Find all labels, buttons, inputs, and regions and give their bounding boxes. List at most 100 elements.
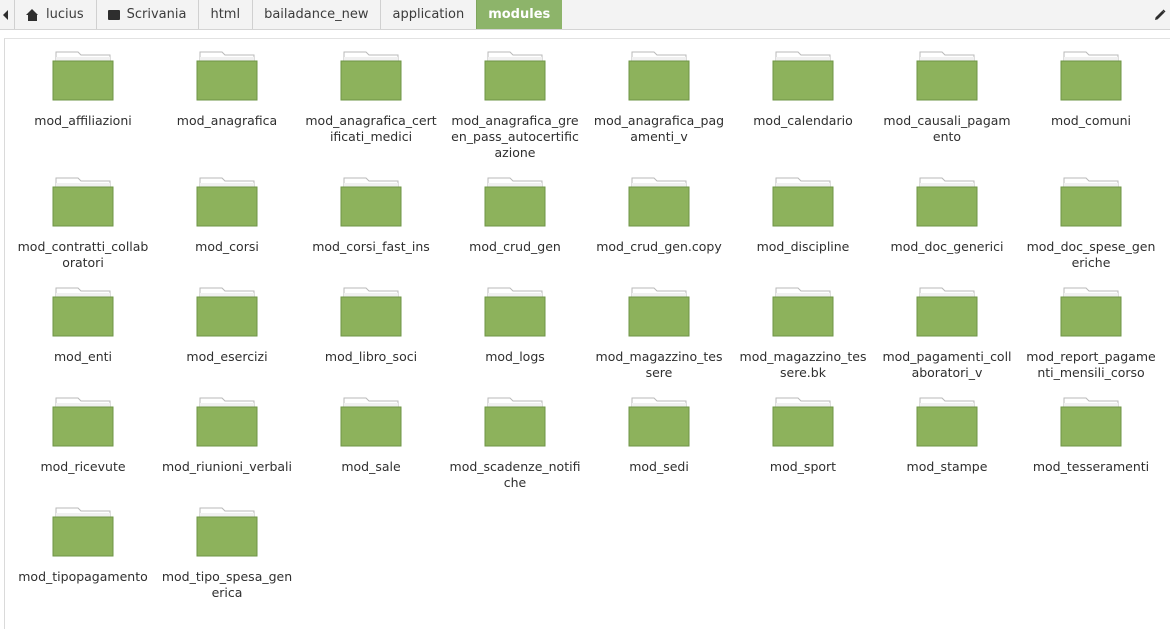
folder-item[interactable]: mod_anagrafica xyxy=(155,51,299,177)
folder-label: mod_stampe xyxy=(906,459,988,474)
folder-icon xyxy=(52,51,114,101)
folder-icon xyxy=(628,397,690,447)
folder-icon xyxy=(340,51,402,101)
folder-label: mod_tipopagamento xyxy=(18,569,148,584)
folder-label: mod_report_pagamenti_mensili_corso xyxy=(1026,349,1156,380)
folder-label: mod_doc_spese_generiche xyxy=(1026,239,1156,270)
breadcrumb-bailadance-new[interactable]: bailadance_new xyxy=(252,0,380,29)
folder-item[interactable]: mod_anagrafica_green_pass_autocertificaz… xyxy=(443,51,587,177)
breadcrumb-application[interactable]: application xyxy=(380,0,476,29)
folder-icon xyxy=(196,397,258,447)
folder-label: mod_tesseramenti xyxy=(1032,459,1150,474)
breadcrumb-label: application xyxy=(392,7,465,22)
folder-item[interactable]: mod_riunioni_verbali xyxy=(155,397,299,507)
folder-icon xyxy=(1060,287,1122,337)
folder-item[interactable]: mod_comuni xyxy=(1019,51,1163,177)
breadcrumb-desktop[interactable]: Scrivania xyxy=(95,0,199,29)
breadcrumb-label: bailadance_new xyxy=(264,7,369,22)
folder-item[interactable]: mod_doc_spese_generiche xyxy=(1019,177,1163,287)
folder-icon xyxy=(916,397,978,447)
folder-item[interactable]: mod_crud_gen xyxy=(443,177,587,287)
folder-icon xyxy=(484,287,546,337)
folder-item[interactable]: mod_pagamenti_collaboratori_v xyxy=(875,287,1019,397)
folder-icon xyxy=(340,287,402,337)
folder-label: mod_anagrafica_green_pass_autocertificaz… xyxy=(451,113,579,160)
folder-label: mod_doc_generici xyxy=(890,239,1004,254)
folder-item[interactable]: mod_magazzino_tessere xyxy=(587,287,731,397)
folder-item[interactable]: mod_corsi_fast_ins xyxy=(299,177,443,287)
folder-icon xyxy=(916,51,978,101)
breadcrumb: lucius Scrivania html bailadance_new app… xyxy=(14,0,563,29)
folder-item[interactable]: mod_sedi xyxy=(587,397,731,507)
folder-item[interactable]: mod_discipline xyxy=(731,177,875,287)
folder-icon xyxy=(196,51,258,101)
breadcrumb-html[interactable]: html xyxy=(198,0,252,29)
folder-icon xyxy=(52,397,114,447)
folder-item[interactable]: mod_calendario xyxy=(731,51,875,177)
folder-label: mod_sport xyxy=(769,459,837,474)
folder-item[interactable]: mod_stampe xyxy=(875,397,1019,507)
folder-item[interactable]: mod_corsi xyxy=(155,177,299,287)
folder-icon xyxy=(484,397,546,447)
file-view[interactable]: mod_affiliazioni mod_anagrafica mod_anagra… xyxy=(4,38,1170,629)
folder-icon xyxy=(52,507,114,557)
breadcrumb-modules[interactable]: modules xyxy=(476,0,563,29)
folder-label: mod_sale xyxy=(341,459,401,474)
folder-label: mod_comuni xyxy=(1050,113,1132,128)
folder-label: mod_anagrafica_certificati_medici xyxy=(305,113,437,144)
folder-item[interactable]: mod_libro_soci xyxy=(299,287,443,397)
folder-item[interactable]: mod_tipo_spesa_generica xyxy=(155,507,299,617)
folder-label: mod_magazzino_tessere.bk xyxy=(739,349,867,380)
folder-label: mod_anagrafica xyxy=(176,113,278,128)
path-bar: lucius Scrivania html bailadance_new app… xyxy=(0,0,1170,30)
folder-icon xyxy=(52,287,114,337)
breadcrumb-home[interactable]: lucius xyxy=(14,0,96,29)
folder-label: mod_logs xyxy=(485,349,545,364)
folder-icon xyxy=(1060,397,1122,447)
folder-item[interactable]: mod_scadenze_notifiche xyxy=(443,397,587,507)
breadcrumb-label: Scrivania xyxy=(126,7,187,22)
folder-item[interactable]: mod_tesseramenti xyxy=(1019,397,1163,507)
folder-item[interactable]: mod_causali_pagamento xyxy=(875,51,1019,177)
folder-item[interactable]: mod_logs xyxy=(443,287,587,397)
folder-icon xyxy=(1060,51,1122,101)
scroll-left-button[interactable] xyxy=(0,0,14,29)
folder-item[interactable]: mod_tipopagamento xyxy=(11,507,155,617)
folder-item[interactable]: mod_report_pagamenti_mensili_corso xyxy=(1019,287,1163,397)
folder-item[interactable]: mod_anagrafica_certificati_medici xyxy=(299,51,443,177)
edit-location-button[interactable] xyxy=(1150,0,1170,29)
folder-label: mod_esercizi xyxy=(186,349,268,364)
folder-item[interactable]: mod_sport xyxy=(731,397,875,507)
folder-icon xyxy=(628,177,690,227)
folder-icon xyxy=(772,177,834,227)
folder-item[interactable]: mod_esercizi xyxy=(155,287,299,397)
folder-icon xyxy=(196,287,258,337)
folder-item[interactable]: mod_crud_gen.copy xyxy=(587,177,731,287)
home-icon xyxy=(26,8,39,21)
folder-icon xyxy=(340,397,402,447)
folder-item[interactable]: mod_anagrafica_pagamenti_v xyxy=(587,51,731,177)
folder-item[interactable]: mod_magazzino_tessere.bk xyxy=(731,287,875,397)
folder-label: mod_corsi xyxy=(195,239,259,254)
folder-item[interactable]: mod_ricevute xyxy=(11,397,155,507)
folder-label: mod_riunioni_verbali xyxy=(162,459,292,474)
folder-label: mod_causali_pagamento xyxy=(883,113,1011,144)
folder-icon xyxy=(916,177,978,227)
folder-label: mod_sedi xyxy=(629,459,689,474)
folder-label: mod_tipo_spesa_generica xyxy=(161,569,293,600)
folder-label: mod_calendario xyxy=(753,113,853,128)
breadcrumb-label: html xyxy=(210,7,241,22)
folder-icon xyxy=(52,177,114,227)
folder-label: mod_enti xyxy=(54,349,112,364)
folder-item[interactable]: mod_affiliazioni xyxy=(11,51,155,177)
folder-item[interactable]: mod_doc_generici xyxy=(875,177,1019,287)
chevron-left-icon xyxy=(2,9,8,20)
folder-item[interactable]: mod_sale xyxy=(299,397,443,507)
folder-label: mod_pagamenti_collaboratori_v xyxy=(882,349,1012,380)
folder-label: mod_libro_soci xyxy=(324,349,418,364)
folder-icon xyxy=(1060,177,1122,227)
folder-item[interactable]: mod_enti xyxy=(11,287,155,397)
folder-icon xyxy=(772,397,834,447)
folder-item[interactable]: mod_contratti_collaboratori xyxy=(11,177,155,287)
folder-icon xyxy=(484,177,546,227)
